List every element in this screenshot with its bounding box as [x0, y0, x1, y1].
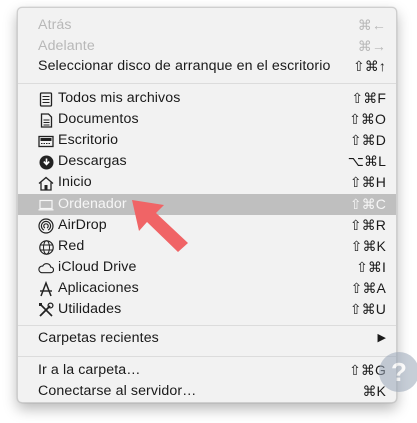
menu-item-shortcut: ⇧⌘D — [349, 132, 386, 148]
menu-item-shortcut: ⇧⌘U — [349, 301, 386, 317]
menu-item-computer[interactable]: Ordenador ⇧⌘C — [18, 194, 396, 215]
menu-item-forward[interactable]: Adelante ⌘→ — [18, 36, 396, 57]
menu-item-airdrop[interactable]: AirDrop ⇧⌘R — [18, 215, 396, 236]
menu-item-shortcut: ⇧⌘F — [351, 90, 386, 106]
svg-text:?: ? — [391, 357, 407, 387]
menu-item-desktop[interactable]: Escritorio ⇧⌘D — [18, 130, 396, 151]
menu-item-label: Seleccionar disco de arranque en el escr… — [38, 58, 331, 74]
menu-item-icloud-drive[interactable]: iCloud Drive ⇧⌘I — [18, 257, 396, 278]
airdrop-icon — [38, 218, 54, 234]
menu-item-network[interactable]: Red ⇧⌘K — [18, 236, 396, 257]
menu-item-label: Carpetas recientes — [38, 330, 159, 346]
menu-item-select-startup-disk[interactable]: Seleccionar disco de arranque en el escr… — [18, 56, 396, 77]
menu-separator — [18, 325, 396, 326]
menu-item-shortcut: ⇧⌘↑ — [352, 58, 386, 74]
menu-item-label: Utilidades — [58, 301, 122, 317]
menu-item-label: Red — [58, 238, 85, 254]
menu-item-all-files[interactable]: Todos mis archivos ⇧⌘F — [18, 88, 396, 109]
menu-item-shortcut: ⌘← — [357, 17, 386, 33]
menu-item-label: Aplicaciones — [58, 280, 139, 296]
menu-item-shortcut: ⇧⌘K — [350, 238, 386, 254]
menu-separator — [18, 83, 396, 84]
computer-icon — [38, 197, 54, 213]
menu-item-downloads[interactable]: Descargas ⌥⌘L — [18, 151, 396, 172]
menu-separator — [18, 356, 396, 357]
menu-item-shortcut: ⌘→ — [357, 38, 386, 54]
menu-item-documents[interactable]: Documentos ⇧⌘O — [18, 109, 396, 130]
menu-item-label: Inicio — [58, 174, 92, 190]
home-icon — [38, 175, 54, 191]
logo-watermark-icon: ? — [373, 346, 417, 402]
menu-item-label: AirDrop — [58, 217, 107, 233]
menu-item-shortcut: ⇧⌘I — [356, 259, 386, 275]
menu-item-label: Descargas — [58, 153, 127, 169]
go-menu: Atrás ⌘← Adelante ⌘→ Seleccionar disco d… — [17, 7, 397, 403]
desktop-icon — [38, 133, 54, 149]
menu-item-shortcut: ⇧⌘H — [349, 174, 386, 190]
applications-icon — [38, 281, 54, 297]
menu-item-applications[interactable]: Aplicaciones ⇧⌘A — [18, 278, 396, 299]
menu-item-shortcut: ⌥⌘L — [347, 153, 386, 169]
menu-item-label: Escritorio — [58, 132, 119, 148]
menu-item-label: Documentos — [58, 111, 139, 127]
network-icon — [38, 239, 54, 255]
menu-item-label: Conectarse al servidor… — [38, 383, 197, 399]
menu-item-shortcut: ⇧⌘A — [350, 280, 386, 296]
downloads-icon — [38, 154, 54, 170]
menu-item-shortcut: ⇧⌘R — [349, 217, 386, 233]
menu-item-label: Todos mis archivos — [58, 90, 181, 106]
menu-item-home[interactable]: Inicio ⇧⌘H — [18, 172, 396, 193]
menu-item-label: Ordenador — [58, 196, 127, 212]
menu-item-connect-to-server[interactable]: Conectarse al servidor… ⌘K — [18, 381, 396, 402]
utilities-icon — [38, 302, 54, 318]
icloud-icon — [38, 260, 54, 276]
documents-icon — [38, 112, 54, 128]
menu-item-label: Adelante — [38, 38, 95, 54]
menu-item-label: Atrás — [38, 17, 72, 33]
menu-item-back[interactable]: Atrás ⌘← — [18, 15, 396, 36]
menu-item-go-to-folder[interactable]: Ir a la carpeta… ⇧⌘G — [18, 360, 396, 381]
annotation-arrow-icon — [130, 198, 192, 254]
menu-item-label: Ir a la carpeta… — [38, 362, 141, 378]
menu-item-utilities[interactable]: Utilidades ⇧⌘U — [18, 299, 396, 320]
all-files-icon — [38, 91, 54, 107]
menu-item-label: iCloud Drive — [58, 259, 137, 275]
menu-item-recent-folders[interactable]: Carpetas recientes ▶ — [18, 328, 396, 349]
menu-item-shortcut: ⇧⌘C — [349, 196, 386, 212]
menu-item-shortcut: ⇧⌘O — [349, 111, 386, 127]
